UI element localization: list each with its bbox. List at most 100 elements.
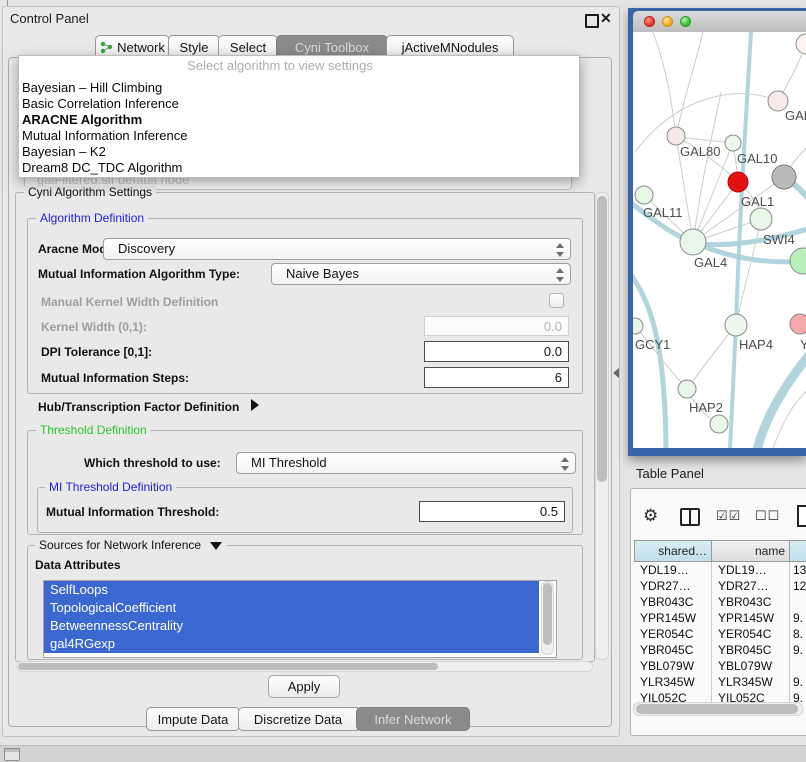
tab-discretize-data[interactable]: Discretize Data xyxy=(238,707,358,731)
algorithm-item-aracne[interactable]: ARACNE Algorithm xyxy=(22,112,552,128)
panel-splitter-arrow[interactable] xyxy=(613,368,619,378)
mi-threshold-field[interactable]: 0.5 xyxy=(419,501,565,522)
table-cell[interactable]: YDR27… xyxy=(640,578,691,594)
network-node[interactable] xyxy=(790,314,806,334)
network-node-label: GAL1 xyxy=(741,194,774,209)
dpi-tolerance-field[interactable]: 0.0 xyxy=(424,341,569,362)
network-node[interactable] xyxy=(725,314,747,336)
tab-impute-data[interactable]: Impute Data xyxy=(146,707,240,731)
table-cell[interactable]: 9. xyxy=(793,674,803,690)
table-cell[interactable]: 8. xyxy=(793,626,803,642)
minimize-traffic-light[interactable] xyxy=(662,16,673,27)
tab-network-label: Network xyxy=(117,40,165,55)
network-icon xyxy=(100,41,113,54)
network-node-label: GAL4 xyxy=(694,255,727,270)
algorithm-placeholder-item[interactable]: Select algorithm to view settings xyxy=(0,58,560,73)
table-cell[interactable]: YBL079W xyxy=(718,658,772,674)
network-node-red[interactable] xyxy=(728,172,748,192)
minimized-panel-icon[interactable] xyxy=(4,748,20,761)
table-cell[interactable]: YPR145W xyxy=(640,610,696,626)
network-node[interactable] xyxy=(750,208,772,230)
network-node[interactable] xyxy=(635,186,653,204)
network-node[interactable] xyxy=(680,229,706,255)
table-cell[interactable]: YDR27… xyxy=(718,578,769,594)
hub-definition-label: Hub/Transcription Factor Definition xyxy=(38,400,239,414)
network-node[interactable] xyxy=(667,127,685,145)
close-icon[interactable]: ✕ xyxy=(600,10,612,27)
close-traffic-light[interactable] xyxy=(644,16,655,27)
table-cell[interactable]: YLR345W xyxy=(640,674,695,690)
column-header-extra[interactable] xyxy=(789,540,806,562)
apply-button[interactable]: Apply xyxy=(268,675,340,698)
network-node-gray[interactable] xyxy=(772,165,796,189)
kernel-width-label: Kernel Width (0,1): xyxy=(41,320,147,334)
algorithm-item[interactable]: Bayesian – K2 xyxy=(22,144,552,160)
table-cell[interactable]: YBR045C xyxy=(718,642,771,658)
algorithm-item[interactable]: Basic Correlation Inference xyxy=(22,96,552,112)
column-layout-icon[interactable] xyxy=(680,508,700,526)
network-node-label: GCY1 xyxy=(635,337,670,352)
column-header-name[interactable]: name xyxy=(711,540,790,562)
network-window-titlebar[interactable] xyxy=(633,11,806,33)
table-cell[interactable]: YDL19… xyxy=(718,562,767,578)
settings-hscrollbar-thumb[interactable] xyxy=(18,663,438,670)
sources-title[interactable]: Sources for Network Inference xyxy=(35,539,226,551)
aracne-mode-value: Discovery xyxy=(118,241,175,256)
settings-scrollbar-thumb[interactable] xyxy=(597,196,607,482)
export-table-icon[interactable] xyxy=(797,505,806,527)
stepper-icon xyxy=(555,268,564,282)
network-node[interactable] xyxy=(678,380,696,398)
network-node[interactable] xyxy=(796,34,806,54)
table-cell[interactable]: 12 xyxy=(793,578,806,594)
table-hscrollbar-thumb[interactable] xyxy=(636,704,798,714)
kernel-width-field[interactable]: 0.0 xyxy=(424,316,569,336)
network-node-label: GAL11 xyxy=(643,205,683,220)
table-cell[interactable]: 9. xyxy=(793,642,803,658)
mi-steps-field[interactable]: 6 xyxy=(424,367,569,388)
hub-definition-toggle[interactable]: Hub/Transcription Factor Definition xyxy=(38,399,259,414)
algorithm-item[interactable]: Dream8 DC_TDC Algorithm xyxy=(22,160,552,176)
table-cell[interactable]: YER054C xyxy=(718,626,771,642)
table-cell[interactable]: YPR145W xyxy=(718,610,774,626)
threshold-definition-title: Threshold Definition xyxy=(36,424,151,436)
column-header-shared[interactable]: shared… xyxy=(634,540,712,562)
list-item[interactable]: SelfLoops xyxy=(44,581,539,599)
network-node-label: GAL80 xyxy=(680,144,720,159)
which-threshold-label: Which threshold to use: xyxy=(84,456,221,470)
attr-list-scrollbar-thumb[interactable] xyxy=(543,583,552,645)
algorithm-item[interactable]: Bayesian – Hill Climbing xyxy=(22,80,552,96)
table-cell[interactable]: 13 xyxy=(793,562,806,578)
list-item[interactable]: BetweennessCentrality xyxy=(44,617,539,635)
which-threshold-select[interactable]: MI Threshold xyxy=(236,452,576,474)
table-panel-title: Table Panel xyxy=(636,466,704,481)
table-cell[interactable]: YBR045C xyxy=(640,642,693,658)
float-window-icon[interactable] xyxy=(585,14,599,28)
aracne-mode-select[interactable]: Discovery xyxy=(103,238,571,260)
mi-type-value: Naive Bayes xyxy=(286,266,359,281)
network-canvas[interactable]: GAL GAL80 GAL10 GAL11 GAL1 SWI4 GAL4 GCY… xyxy=(633,32,806,448)
list-item[interactable]: gal4RGexp xyxy=(44,635,539,653)
list-item[interactable]: TopologicalCoefficient xyxy=(44,599,539,617)
table-cell[interactable]: YBL079W xyxy=(640,658,694,674)
table-cell[interactable]: YBR043C xyxy=(718,594,771,610)
table-cell[interactable]: YDL19… xyxy=(640,562,689,578)
deselect-all-columns-icon[interactable]: ☐☐ xyxy=(755,508,780,524)
network-node[interactable] xyxy=(725,135,741,151)
gear-icon[interactable]: ⚙ xyxy=(643,507,658,524)
select-all-columns-icon[interactable]: ☑☑ xyxy=(716,508,741,524)
tab-infer-network[interactable]: Infer Network xyxy=(356,707,470,731)
algorithm-item[interactable]: Mutual Information Inference xyxy=(22,128,552,144)
table-cell[interactable]: YBR043C xyxy=(640,594,693,610)
network-node[interactable] xyxy=(710,415,728,433)
network-node[interactable] xyxy=(633,318,643,334)
mi-type-select[interactable]: Naive Bayes xyxy=(271,263,571,285)
manual-kernel-checkbox[interactable] xyxy=(549,293,564,308)
network-node[interactable] xyxy=(790,248,806,274)
table-cell[interactable]: YER054C xyxy=(640,626,693,642)
table-cell[interactable]: 9. xyxy=(793,610,803,626)
network-node-label: HAP2 xyxy=(689,400,723,415)
table-cell[interactable]: YLR345W xyxy=(718,674,773,690)
column-separator xyxy=(711,562,712,702)
zoom-traffic-light[interactable] xyxy=(680,16,691,27)
network-node-label: GAL xyxy=(785,108,806,123)
